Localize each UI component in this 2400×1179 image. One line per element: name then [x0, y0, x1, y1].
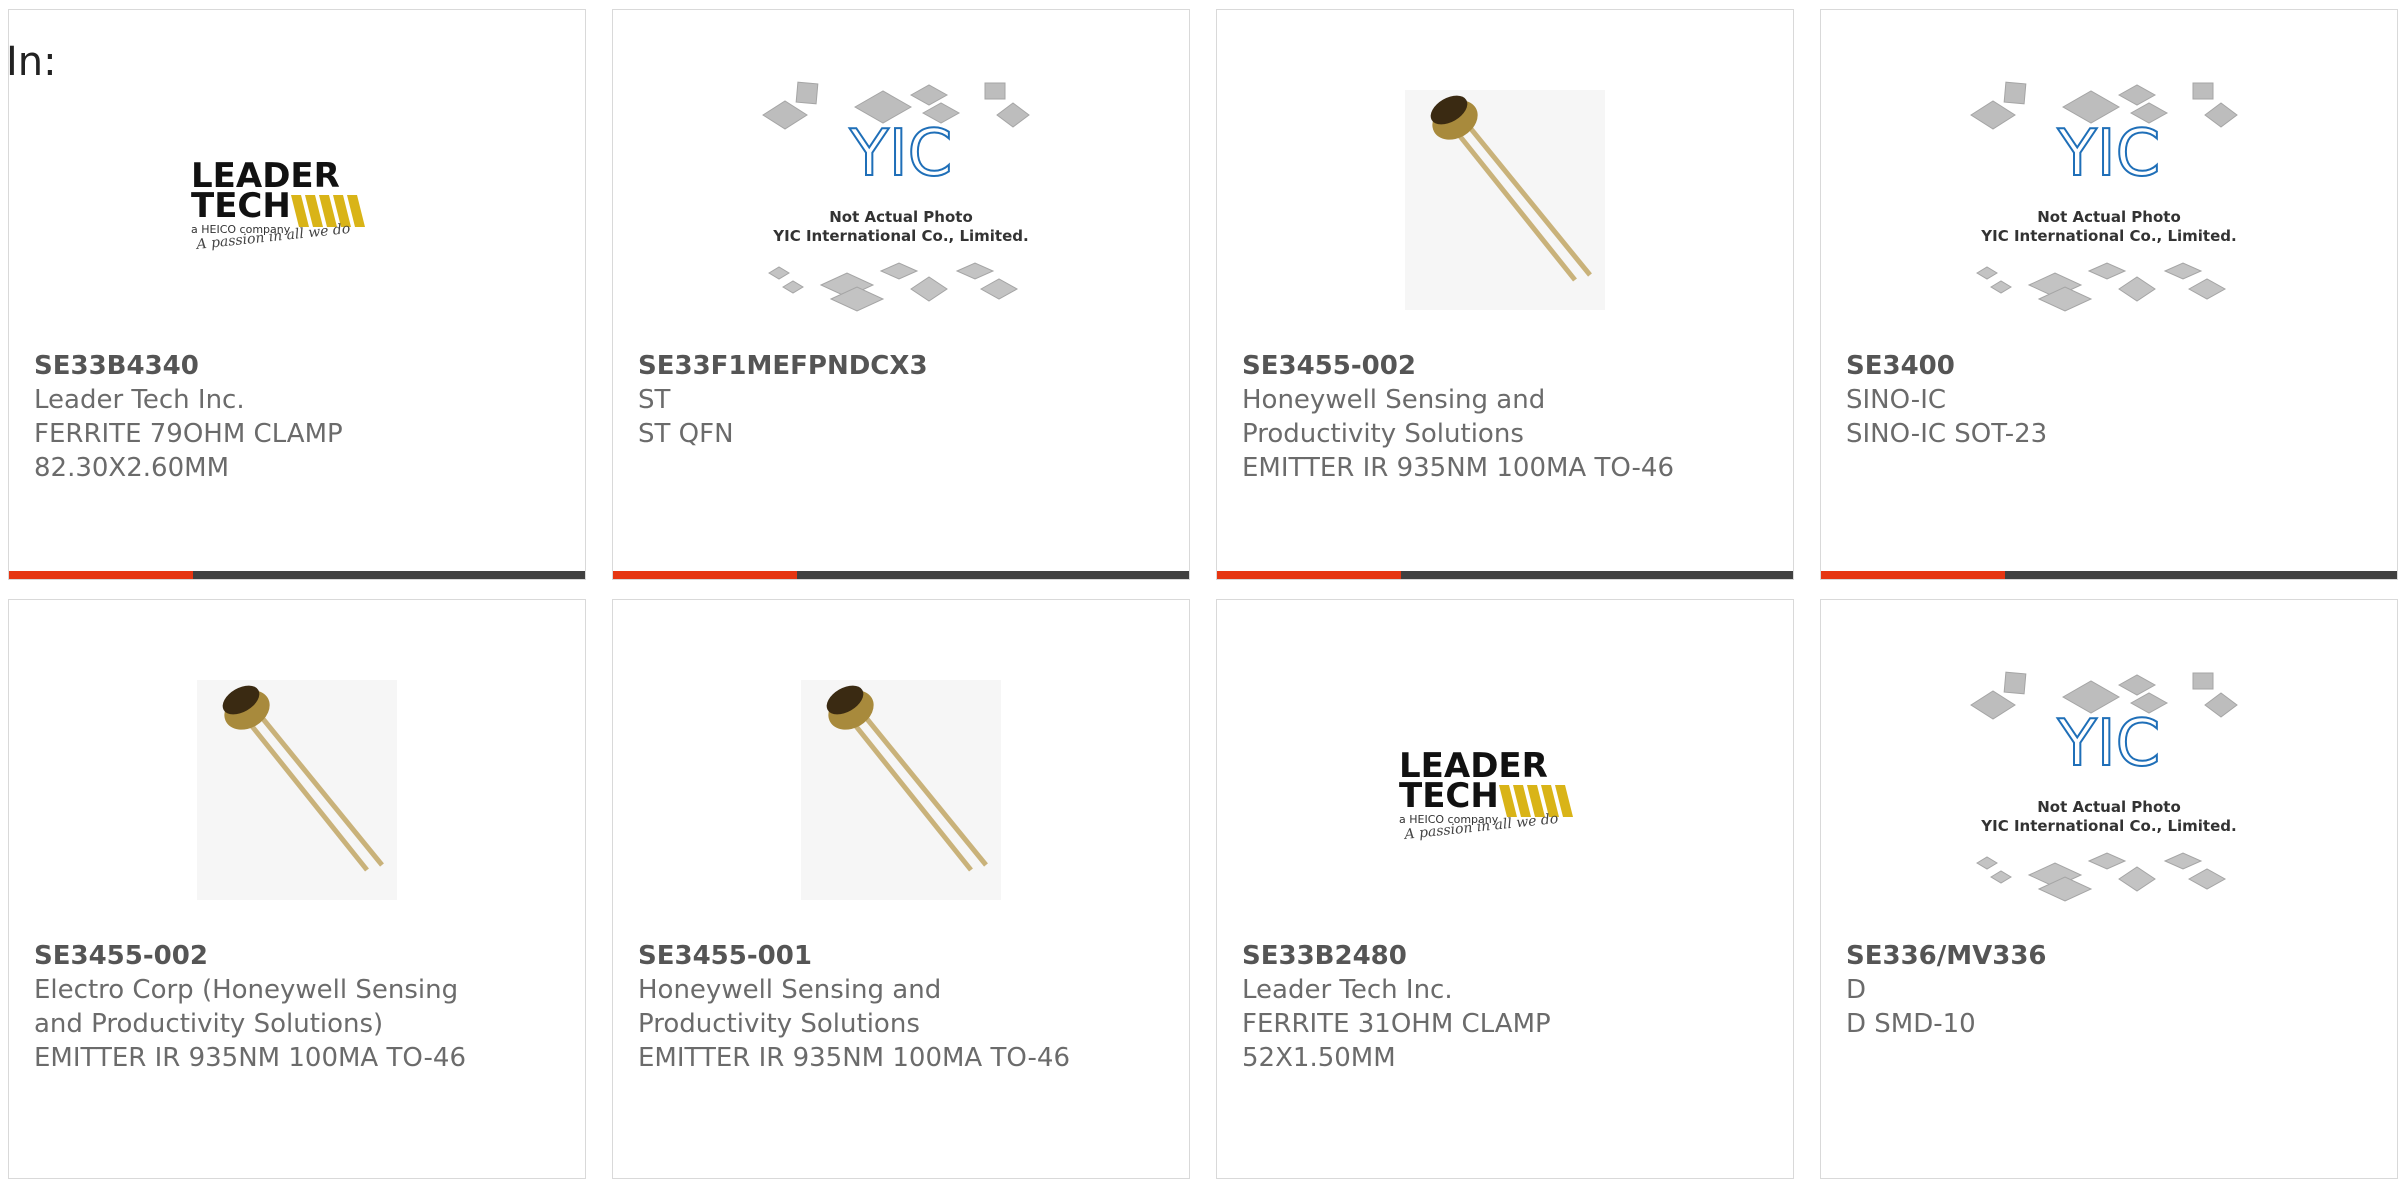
manufacturer: Electro Corp (Honeywell Sensing: [34, 975, 459, 1005]
product-info: SE3455-002 Electro Corp (Honeywell Sensi…: [34, 939, 565, 1075]
svg-text:YIC: YIC: [849, 117, 953, 191]
part-number[interactable]: SE33F1MEFPNDCX3: [638, 349, 1169, 383]
product-image[interactable]: [1217, 50, 1793, 350]
product-card[interactable]: LEADER TECH a HEICO company A passion in…: [1216, 599, 1794, 1179]
manufacturer: Honeywell Sensing and: [1242, 385, 1546, 415]
product-image[interactable]: [9, 640, 585, 940]
description: 82.30X2.60MM: [34, 453, 229, 483]
part-number[interactable]: SE3455-002: [1242, 349, 1773, 383]
product-image[interactable]: YIC Not Actual Photo YIC International C…: [1821, 50, 2397, 350]
description: EMITTER IR 935NM 100MA TO-46: [34, 1043, 467, 1073]
manufacturer: Productivity Solutions: [1242, 419, 1524, 449]
product-card[interactable]: YIC Not Actual Photo YIC International C…: [1820, 9, 2398, 580]
card-bottom-bar: [613, 571, 1189, 579]
product-card[interactable]: YIC Not Actual Photo YIC International C…: [612, 9, 1190, 580]
svg-text:YIC International Co., Limited: YIC International Co., Limited.: [1980, 227, 2236, 245]
description: D SMD-10: [1846, 1009, 1976, 1039]
svg-text:Not Actual Photo: Not Actual Photo: [2037, 798, 2181, 816]
leadertech-logo: LEADER TECH a HEICO company A passion in…: [1399, 746, 1573, 843]
product-image[interactable]: YIC Not Actual Photo YIC International C…: [613, 50, 1189, 350]
leadertech-logo: LEADER TECH a HEICO company A passion in…: [191, 156, 365, 253]
product-card[interactable]: LEADER TECH a HEICO company A passion in…: [8, 9, 586, 580]
placeholder-image: YIC Not Actual Photo YIC International C…: [1970, 81, 2238, 312]
card-accent: [613, 571, 797, 579]
description: 52X1.50MM: [1242, 1043, 1396, 1073]
manufacturer: D: [1846, 975, 1867, 1005]
placeholder-image: YIC Not Actual Photo YIC International C…: [1970, 671, 2238, 902]
part-number[interactable]: SE33B2480: [1242, 939, 1773, 973]
manufacturer: ST: [638, 385, 671, 415]
product-card[interactable]: SE3455-001 Honeywell Sensing and Product…: [612, 599, 1190, 1179]
description: EMITTER IR 935NM 100MA TO-46: [1242, 453, 1675, 483]
svg-text:YIC International Co., Limited: YIC International Co., Limited.: [1980, 817, 2236, 835]
product-info: SE33F1MEFPNDCX3 ST ST QFN: [638, 349, 1169, 451]
card-bottom-bar: [9, 571, 585, 579]
part-number[interactable]: SE33B4340: [34, 349, 565, 383]
part-number[interactable]: SE3455-002: [34, 939, 565, 973]
card-bottom-bar: [1217, 571, 1793, 579]
description: FERRITE 31OHM CLAMP: [1242, 1009, 1551, 1039]
part-number[interactable]: SE3400: [1846, 349, 2377, 383]
manufacturer: Leader Tech Inc.: [34, 385, 245, 415]
card-bottom-bar: [1821, 571, 2397, 579]
product-info: SE3455-002 Honeywell Sensing and Product…: [1242, 349, 1773, 485]
product-info: SE3455-001 Honeywell Sensing and Product…: [638, 939, 1169, 1075]
svg-text:YIC: YIC: [2057, 707, 2161, 781]
description: ST QFN: [638, 419, 734, 449]
product-info: SE33B2480 Leader Tech Inc. FERRITE 31OHM…: [1242, 939, 1773, 1075]
card-accent: [1821, 571, 2005, 579]
part-number[interactable]: SE3455-001: [638, 939, 1169, 973]
manufacturer: Honeywell Sensing and: [638, 975, 942, 1005]
to46-emitter-image: [1405, 90, 1605, 310]
product-image[interactable]: YIC Not Actual Photo YIC International C…: [1821, 640, 2397, 940]
manufacturer: Leader Tech Inc.: [1242, 975, 1453, 1005]
svg-text:TECH: TECH: [1399, 776, 1499, 816]
manufacturer: Productivity Solutions: [638, 1009, 920, 1039]
svg-text:TECH: TECH: [191, 186, 291, 226]
filter-label: In:: [6, 39, 57, 85]
description: FERRITE 79OHM CLAMP: [34, 419, 343, 449]
placeholder-image: YIC Not Actual Photo YIC International C…: [762, 81, 1030, 312]
card-accent: [1217, 571, 1401, 579]
to46-emitter-image: [801, 680, 1001, 900]
manufacturer: and Productivity Solutions): [34, 1009, 384, 1039]
manufacturer: SINO-IC: [1846, 385, 1947, 415]
product-image[interactable]: [613, 640, 1189, 940]
card-accent: [9, 571, 193, 579]
description: EMITTER IR 935NM 100MA TO-46: [638, 1043, 1071, 1073]
svg-text:YIC International Co., Limited: YIC International Co., Limited.: [772, 227, 1028, 245]
to46-emitter-image: [197, 680, 397, 900]
product-card[interactable]: SE3455-002 Honeywell Sensing and Product…: [1216, 9, 1794, 580]
product-image[interactable]: LEADER TECH a HEICO company A passion in…: [1217, 640, 1793, 940]
svg-text:YIC: YIC: [2057, 117, 2161, 191]
product-info: SE336/MV336 D D SMD-10: [1846, 939, 2377, 1041]
product-info: SE33B4340 Leader Tech Inc. FERRITE 79OHM…: [34, 349, 565, 485]
svg-text:Not Actual Photo: Not Actual Photo: [2037, 208, 2181, 226]
part-number[interactable]: SE336/MV336: [1846, 939, 2377, 973]
description: SINO-IC SOT-23: [1846, 419, 2048, 449]
product-image[interactable]: LEADER TECH a HEICO company A passion in…: [9, 50, 585, 350]
product-info: SE3400 SINO-IC SINO-IC SOT-23: [1846, 349, 2377, 451]
svg-text:Not Actual Photo: Not Actual Photo: [829, 208, 973, 226]
product-card[interactable]: YIC Not Actual Photo YIC International C…: [1820, 599, 2398, 1179]
product-card[interactable]: SE3455-002 Electro Corp (Honeywell Sensi…: [8, 599, 586, 1179]
